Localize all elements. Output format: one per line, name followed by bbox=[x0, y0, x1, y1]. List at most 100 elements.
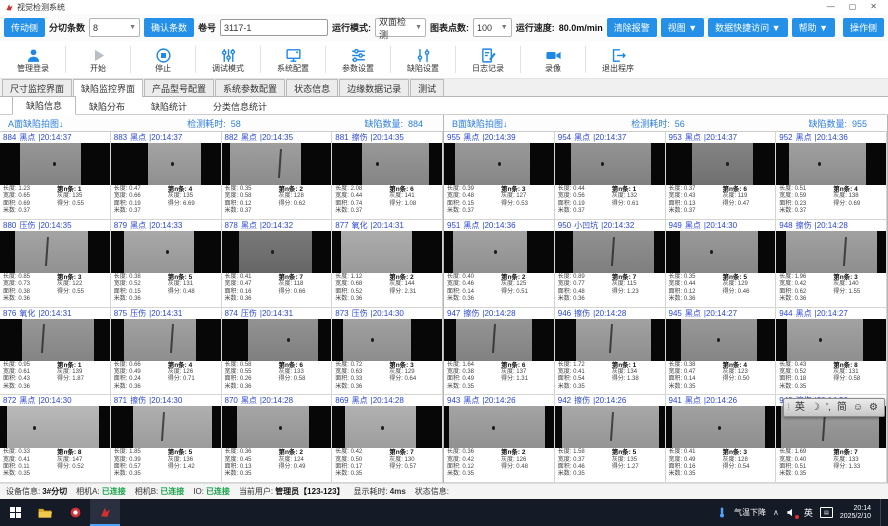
action-button-user[interactable]: 管理登录 bbox=[4, 46, 62, 73]
action-button-log[interactable]: 日志记录 bbox=[459, 46, 517, 73]
panel-title[interactable]: B面缺陷拍图↓ bbox=[452, 117, 508, 130]
touch-keyboard-icon[interactable]: ▤ bbox=[820, 507, 833, 518]
action-button-sliders-h[interactable]: 参数设置 bbox=[329, 46, 387, 73]
defect-cell-882[interactable]: 882黑点|20:14:35长度: 0.35宽度: 0.58面积: 0.12米数… bbox=[222, 132, 333, 220]
roll-number-input[interactable] bbox=[220, 19, 328, 36]
help-menu-button[interactable]: 帮助 ▼ bbox=[792, 18, 835, 37]
ime-simplified[interactable]: 简 bbox=[837, 400, 847, 415]
ime-emoji-icon[interactable]: ☺ bbox=[853, 400, 863, 415]
sub-tab-3[interactable]: 分类信息统计 bbox=[200, 98, 280, 114]
action-button-stop[interactable]: 停止 bbox=[134, 46, 192, 73]
defect-image bbox=[332, 231, 442, 273]
defect-id: 883 bbox=[114, 133, 127, 142]
defect-cell-880[interactable]: 880压伤|20:14:35长度: 0.85宽度: 0.73面积: 0.38米数… bbox=[0, 220, 111, 308]
defect-cell-876[interactable]: 876氧化|20:14:31长度: 0.95宽度: 0.61面积: 0.43米数… bbox=[0, 308, 111, 396]
defect-cell-878[interactable]: 878黑点|20:14:32长度: 0.41宽度: 0.47面积: 0.16米数… bbox=[222, 220, 333, 308]
defect-cell-884[interactable]: 884黑点|20:14:37长度: 1.23宽度: 0.65面积: 0.69米数… bbox=[0, 132, 111, 220]
folder-icon bbox=[38, 507, 52, 519]
maximize-button[interactable]: ▢ bbox=[849, 3, 857, 11]
defect-cell-header: 877氧化|20:14:31 bbox=[332, 220, 442, 231]
ime-language[interactable]: 英 bbox=[795, 400, 805, 415]
defect-cell-869[interactable]: 869黑点|20:14:28长度: 0.42宽度: 0.50面积: 0.17米数… bbox=[332, 395, 443, 483]
sub-tab-1[interactable]: 缺陷分布 bbox=[76, 98, 138, 114]
defect-cell-952[interactable]: 952黑点|20:14:36长度: 0.51宽度: 0.59面积: 0.23米数… bbox=[776, 132, 887, 220]
defect-cell-946[interactable]: 946擦伤|20:14:28长度: 1.72宽度: 0.41面积: 0.54米数… bbox=[555, 308, 666, 396]
action-button-monitor[interactable]: 系统配置 bbox=[264, 46, 322, 73]
defect-image bbox=[0, 406, 110, 448]
defect-cell-873[interactable]: 873压伤|20:14:30长度: 0.72宽度: 0.63面积: 0.33米数… bbox=[332, 308, 443, 396]
defect-cell-881[interactable]: 881擦伤|20:14:35长度: 2.08宽度: 0.44面积: 0.74米数… bbox=[332, 132, 443, 220]
defect-cell-953[interactable]: 953黑点|20:14:37长度: 0.37宽度: 0.43面积: 0.13米数… bbox=[666, 132, 777, 220]
action-button-sliders-v[interactable]: 调试模式 bbox=[199, 46, 257, 73]
main-tab-2[interactable]: 产品型号配置 bbox=[144, 79, 214, 96]
defect-cell-954[interactable]: 954黑点|20:14:37长度: 0.44宽度: 0.56面积: 0.19米数… bbox=[555, 132, 666, 220]
ime-floating-toolbar[interactable]: ⁞ 英 ☽ ’, 简 ☺ ⚙ bbox=[783, 398, 885, 417]
split-count-select[interactable]: 8▼ bbox=[89, 18, 140, 37]
chart-points-select[interactable]: 100▼ bbox=[473, 18, 512, 37]
defect-info: 长度: 0.35宽度: 0.58面积: 0.12米数: 0.37第n条: 2灰度… bbox=[222, 185, 332, 219]
thermometer-icon[interactable] bbox=[717, 506, 727, 519]
data-access-menu-button[interactable]: 数据快捷访问 ▼ bbox=[708, 18, 787, 37]
defect-cell-871[interactable]: 871擦伤|20:14:30长度: 1.85宽度: 0.39面积: 0.57米数… bbox=[111, 395, 222, 483]
panel-header: A面缺陷拍图↓检测耗时: 58缺陷数量: 884 bbox=[0, 115, 443, 132]
defect-type: 擦伤 bbox=[574, 308, 590, 319]
confirm-count-button[interactable]: 确认条数 bbox=[144, 18, 194, 37]
defect-cell-870[interactable]: 870黑点|20:14:28长度: 0.36宽度: 0.45面积: 0.13米数… bbox=[222, 395, 333, 483]
action-button-exit[interactable]: 退出程序 bbox=[589, 46, 647, 73]
defect-cell-944[interactable]: 944黑点|20:14:27长度: 0.43宽度: 0.52面积: 0.18米数… bbox=[776, 308, 887, 396]
defect-type: 擦伤 bbox=[130, 395, 146, 406]
divider bbox=[260, 46, 261, 73]
clear-alarm-button[interactable]: 清除报警 bbox=[607, 18, 657, 37]
action-button-play[interactable]: 开始 bbox=[69, 46, 127, 73]
run-mode-select[interactable]: 双面检测▼ bbox=[375, 18, 426, 37]
defect-cell-879[interactable]: 879黑点|20:14:33长度: 0.38宽度: 0.52面积: 0.15米数… bbox=[111, 220, 222, 308]
defect-cell-877[interactable]: 877氧化|20:14:31长度: 1.12宽度: 0.68面积: 0.52米数… bbox=[332, 220, 443, 308]
ime-language-indicator[interactable]: 英 bbox=[804, 506, 813, 519]
defect-cell-947[interactable]: 947擦伤|20:14:28长度: 1.64宽度: 0.38面积: 0.49米数… bbox=[444, 308, 555, 396]
volume-icon[interactable] bbox=[786, 507, 797, 518]
view-menu-button[interactable]: 视图 ▼ bbox=[661, 18, 704, 37]
ime-grip[interactable]: ⁞ bbox=[787, 400, 789, 415]
sub-tab-0[interactable]: 缺陷信息 bbox=[12, 96, 76, 115]
defect-cell-941[interactable]: 941黑点|20:14:26长度: 0.41宽度: 0.49面积: 0.16米数… bbox=[666, 395, 777, 483]
action-button-sliders-v2[interactable]: 缺陷设置 bbox=[394, 46, 452, 73]
speed-label: 运行速度: bbox=[516, 21, 555, 34]
taskbar-clock[interactable]: 20:14 2025/2/10 bbox=[840, 505, 871, 521]
operation-side-button[interactable]: 操作侧 bbox=[843, 18, 884, 37]
defect-cell-943[interactable]: 943黑点|20:14:26长度: 0.36宽度: 0.42面积: 0.12米数… bbox=[444, 395, 555, 483]
tray-expand-icon[interactable]: ∧ bbox=[773, 508, 779, 517]
defect-cell-950[interactable]: 950小凹坑|20:14:32长度: 0.89宽度: 0.77面积: 0.48米… bbox=[555, 220, 666, 308]
defect-cell-948[interactable]: 948擦伤|20:14:28长度: 1.96宽度: 0.42面积: 0.62米数… bbox=[776, 220, 887, 308]
ime-punctuation[interactable]: ’, bbox=[826, 400, 831, 415]
defect-cell-945[interactable]: 945黑点|20:14:27长度: 0.38宽度: 0.47面积: 0.14米数… bbox=[666, 308, 777, 396]
defect-cell-949[interactable]: 949黑点|20:14:30长度: 0.35宽度: 0.44面积: 0.12米数… bbox=[666, 220, 777, 308]
defect-cell-872[interactable]: 872黑点|20:14:30长度: 0.33宽度: 0.41面积: 0.11米数… bbox=[0, 395, 111, 483]
ime-halfmoon-icon[interactable]: ☽ bbox=[811, 400, 820, 415]
main-tab-3[interactable]: 系统参数配置 bbox=[215, 79, 285, 96]
defect-id: 875 bbox=[114, 309, 127, 318]
main-tab-0[interactable]: 尺寸监控界面 bbox=[2, 79, 72, 96]
divider bbox=[390, 46, 391, 73]
defect-image bbox=[776, 319, 886, 361]
defect-cell-883[interactable]: 883黑点|20:14:37长度: 0.47宽度: 0.66面积: 0.19米数… bbox=[111, 132, 222, 220]
ime-settings-icon[interactable]: ⚙ bbox=[869, 400, 878, 415]
sub-tab-2[interactable]: 缺陷统计 bbox=[138, 98, 200, 114]
defect-id: 949 bbox=[669, 221, 682, 230]
main-tab-6[interactable]: 测试 bbox=[410, 79, 444, 96]
action-button-camera[interactable]: 录像 bbox=[524, 46, 582, 73]
defect-cell-header: 943黑点|20:14:26 bbox=[444, 395, 554, 406]
minimize-button[interactable]: — bbox=[827, 3, 835, 11]
main-tab-4[interactable]: 状态信息 bbox=[286, 79, 338, 96]
defect-cell-951[interactable]: 951黑点|20:14:36长度: 0.40宽度: 0.46面积: 0.14米数… bbox=[444, 220, 555, 308]
drive-side-button[interactable]: 传动侧 bbox=[4, 18, 45, 37]
close-button[interactable]: ✕ bbox=[870, 3, 877, 11]
panel-title[interactable]: A面缺陷拍图↓ bbox=[8, 117, 64, 130]
weather-text[interactable]: 气温下降 bbox=[734, 507, 766, 518]
defect-cell-875[interactable]: 875压伤|20:14:31长度: 0.66宽度: 0.49面积: 0.24米数… bbox=[111, 308, 222, 396]
main-tab-5[interactable]: 边缘数据记录 bbox=[339, 79, 409, 96]
defect-cell-942[interactable]: 942擦伤|20:14:26长度: 1.58宽度: 0.37面积: 0.46米数… bbox=[555, 395, 666, 483]
main-tab-1[interactable]: 缺陷监控界面 bbox=[73, 79, 143, 97]
defect-cell-955[interactable]: 955黑点|20:14:39长度: 0.39宽度: 0.48面积: 0.15米数… bbox=[444, 132, 555, 220]
defect-image bbox=[332, 406, 442, 448]
defect-cell-874[interactable]: 874压伤|20:14:31长度: 0.58宽度: 0.55面积: 0.26米数… bbox=[222, 308, 333, 396]
